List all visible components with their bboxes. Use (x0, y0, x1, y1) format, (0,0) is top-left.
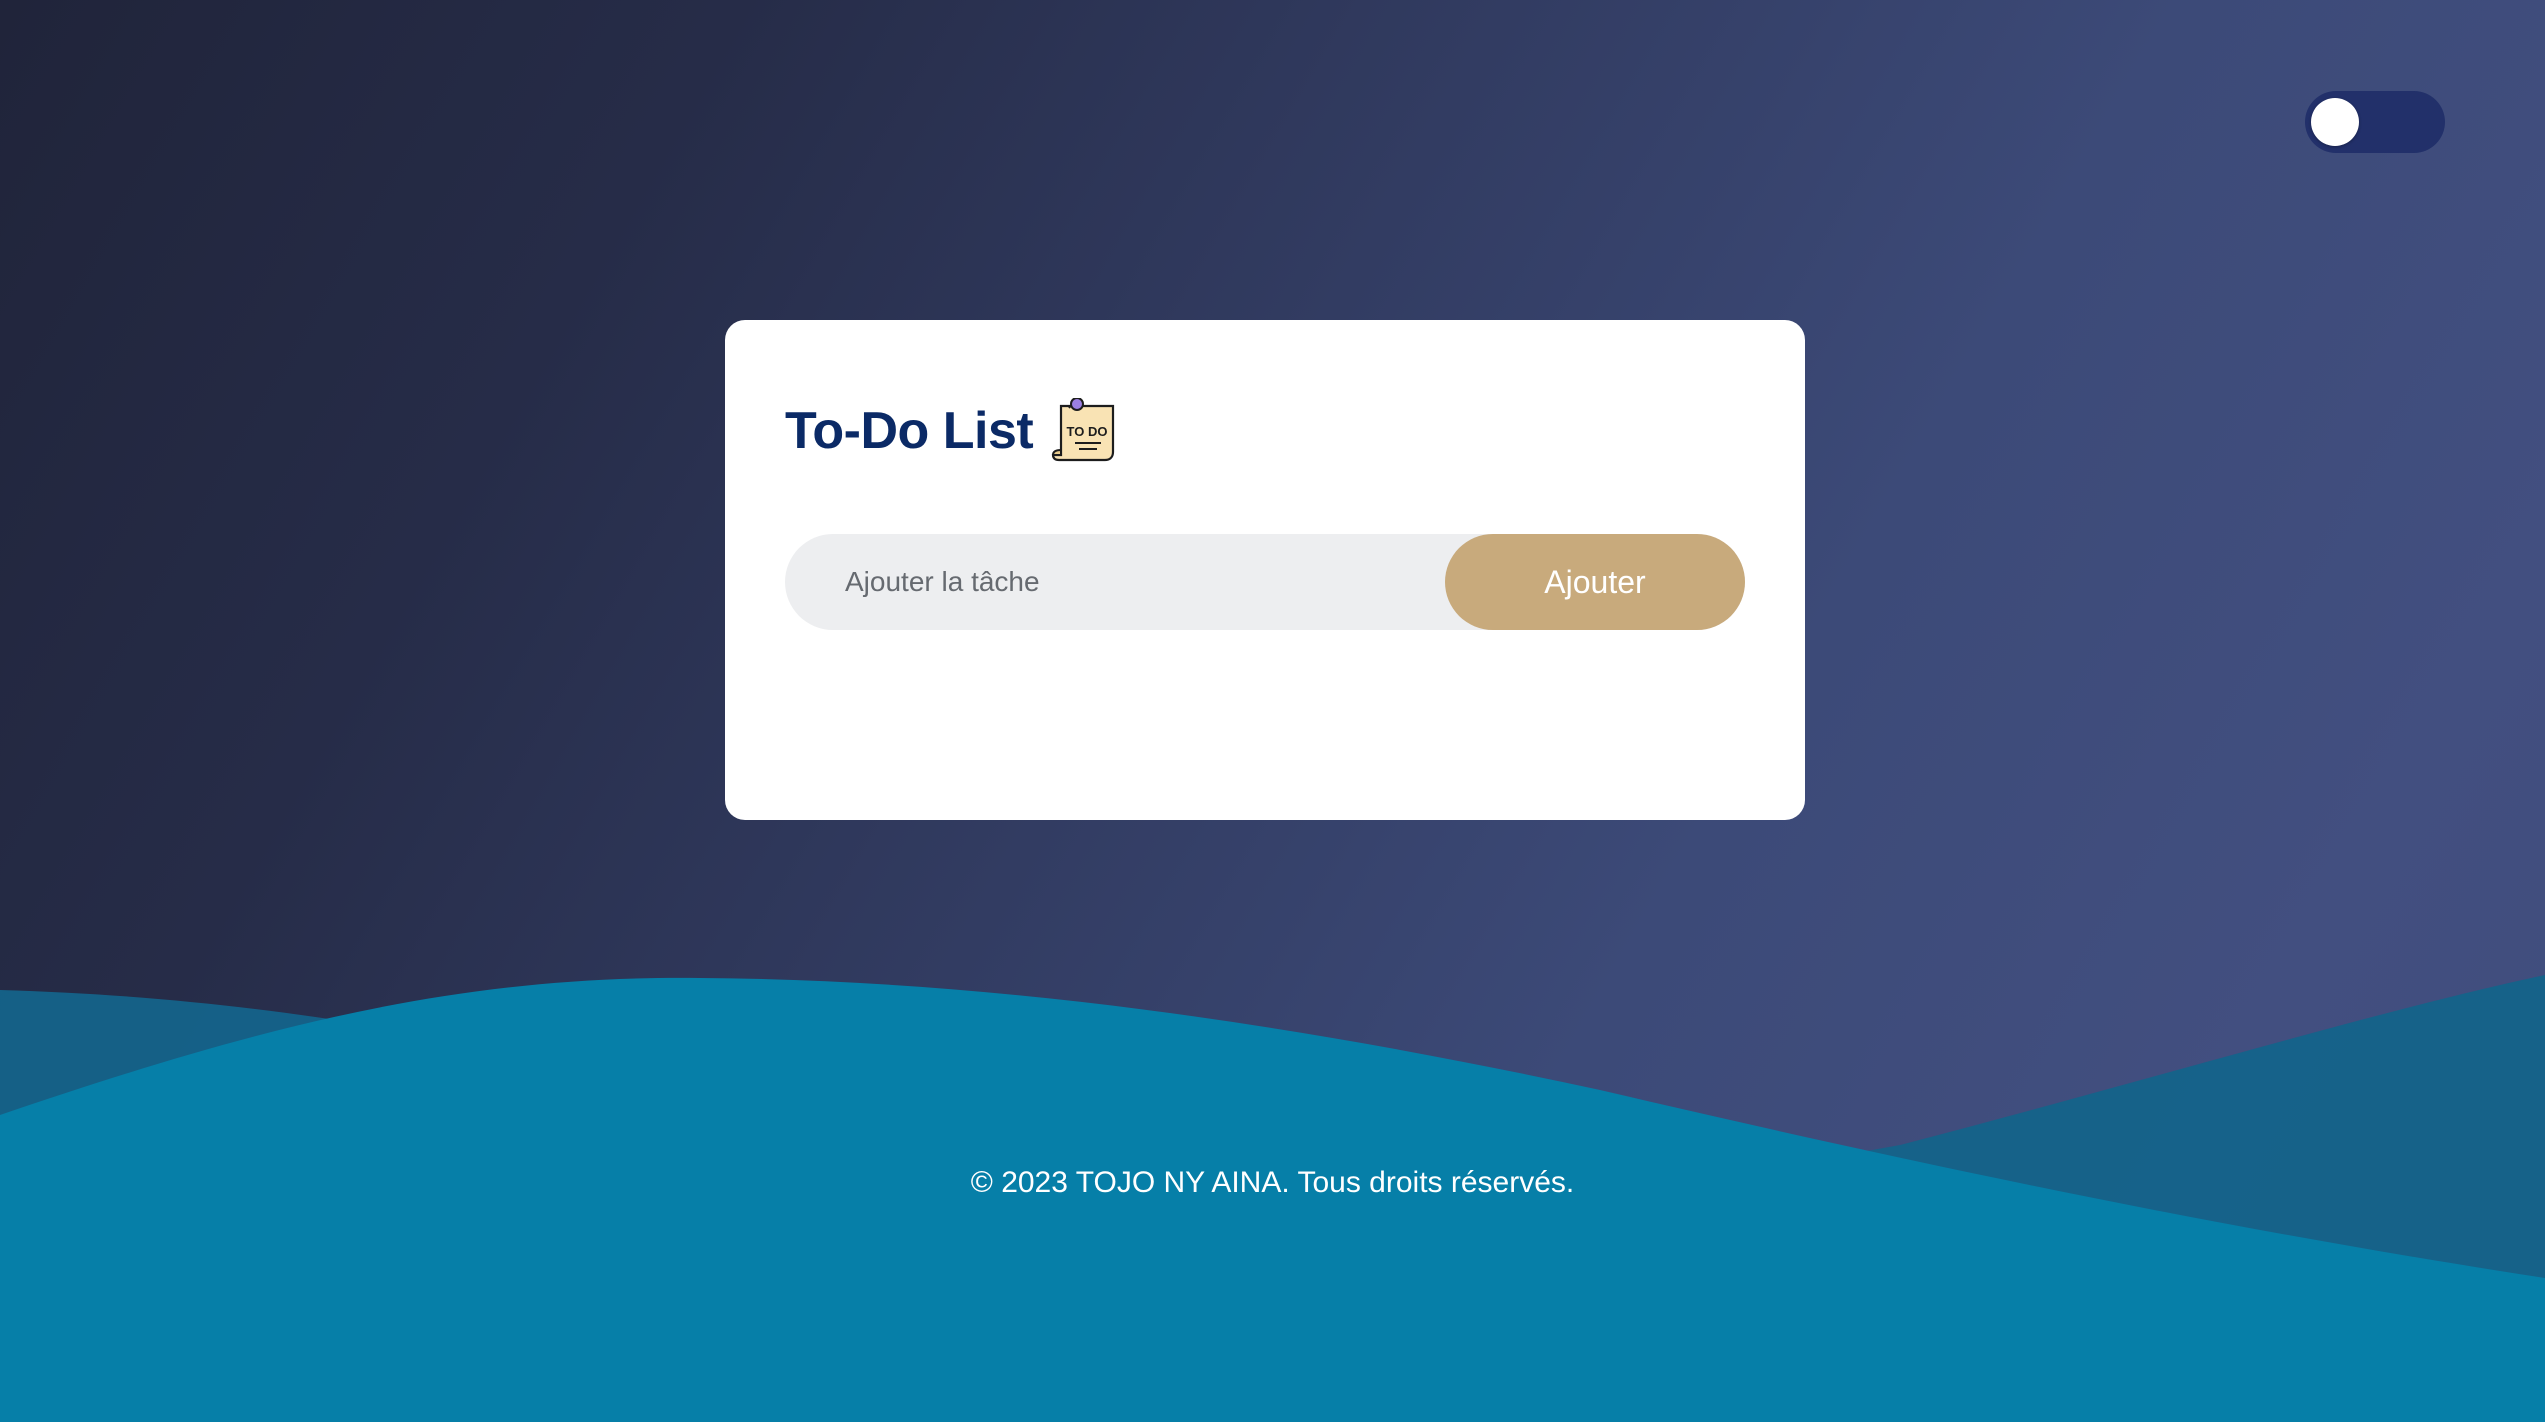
toggle-knob (2311, 98, 2359, 146)
theme-toggle[interactable] (2305, 91, 2445, 153)
page-title: To-Do List (785, 402, 1034, 460)
todo-card: To-Do List TO DO Ajouter (725, 320, 1805, 820)
task-form: Ajouter (785, 534, 1745, 630)
card-header: To-Do List TO DO (785, 398, 1121, 464)
footer-copyright: © 2023 TOJO NY AINA. Tous droits réservé… (970, 1166, 1575, 1199)
todo-note-icon: TO DO (1052, 398, 1115, 462)
task-input[interactable] (785, 534, 1425, 630)
svg-text:TO DO: TO DO (1067, 424, 1108, 439)
add-task-button[interactable]: Ajouter (1445, 534, 1745, 630)
